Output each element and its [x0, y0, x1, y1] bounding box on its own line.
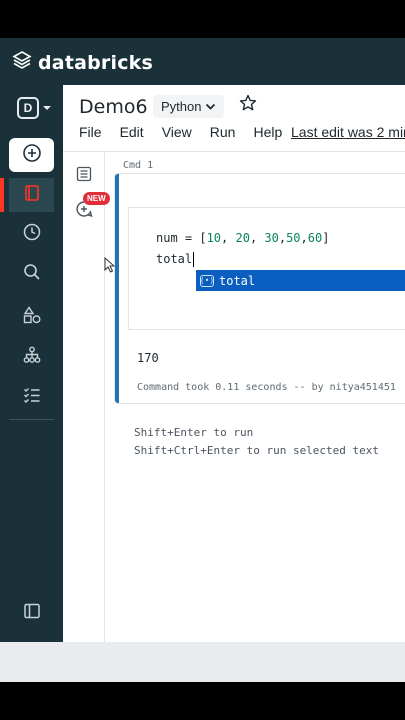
- mouse-pointer-icon: [104, 256, 116, 278]
- code-number: 50: [286, 231, 301, 245]
- workspace-letter: D: [17, 97, 39, 119]
- plus-circle-icon: [22, 143, 42, 168]
- command-took-text: Command took 0.11 seconds -- by nitya451…: [137, 382, 396, 393]
- run-selected-hint: Shift+Ctrl+Enter to run selected text: [134, 444, 380, 457]
- top-bar: databricks: [0, 38, 405, 85]
- favorite-star-icon[interactable]: [239, 94, 257, 117]
- sidebar-divider: [9, 419, 54, 420]
- table-of-contents-icon[interactable]: [76, 166, 92, 187]
- bottom-strip: [0, 642, 405, 682]
- code-prefix: num = [: [156, 231, 207, 245]
- checklist-icon: [23, 386, 41, 409]
- code-line-2: total: [156, 252, 195, 267]
- menu-run[interactable]: Run: [210, 124, 236, 140]
- sidebar-item-jobs[interactable]: [9, 380, 54, 414]
- sidebar-collapse-button[interactable]: [9, 596, 54, 630]
- shapes-icon: [23, 305, 41, 329]
- code-editor[interactable]: num = [10, 20, 30,50,60] total (•) total: [128, 207, 405, 330]
- sidebar-toggle-icon: [23, 602, 41, 625]
- databricks-logo[interactable]: databricks: [12, 50, 153, 75]
- left-gutter: NEW: [63, 152, 110, 642]
- last-edit-link[interactable]: Last edit was 2 min: [291, 124, 405, 140]
- sidebar-new-button[interactable]: [9, 138, 54, 172]
- clock-icon: [23, 223, 41, 246]
- chevron-down-icon: [205, 99, 216, 114]
- code-text: total: [156, 252, 193, 266]
- run-hint: Shift+Enter to run: [134, 426, 254, 439]
- sidebar-item-workflows[interactable]: [9, 340, 54, 374]
- language-selector[interactable]: Python: [153, 95, 225, 118]
- app-name: databricks: [38, 51, 154, 74]
- menu-view[interactable]: View: [162, 124, 192, 140]
- cell-label: Cmd 1: [123, 160, 154, 171]
- autocomplete-suggestion[interactable]: (•) total: [196, 270, 405, 291]
- language-label: Python: [161, 99, 202, 114]
- variable-icon: (•): [199, 274, 215, 287]
- header-divider: [63, 151, 405, 152]
- cell-output: 170: [137, 351, 159, 365]
- menu-file[interactable]: File: [79, 124, 102, 140]
- new-badge: NEW: [83, 192, 110, 205]
- workspace-switcher[interactable]: D: [17, 97, 52, 119]
- databricks-logo-icon: [12, 50, 32, 75]
- sidebar-item-search[interactable]: [9, 257, 54, 291]
- notebook-title[interactable]: Demo6: [79, 96, 148, 118]
- search-icon: [23, 263, 41, 286]
- notebook-area: Demo6 Python File Edit View Run Help Las…: [63, 85, 405, 642]
- code-number: 10: [206, 231, 222, 245]
- sidebar-item-recents[interactable]: [9, 217, 54, 251]
- sidebar-item-workspace[interactable]: [9, 178, 54, 212]
- code-number: 30: [264, 231, 279, 245]
- code-number: 60: [307, 231, 323, 245]
- menu-help[interactable]: Help: [253, 124, 282, 140]
- workflow-icon: [23, 346, 41, 369]
- screen-top-bezel: [0, 0, 405, 38]
- sidebar-item-catalog[interactable]: [9, 300, 54, 334]
- chevron-down-icon: [42, 99, 52, 117]
- code-cell[interactable]: num = [10, 20, 30,50,60] total (•) total…: [115, 174, 405, 403]
- menu-bar: File Edit View Run Help: [79, 124, 282, 140]
- active-indicator: [0, 178, 4, 212]
- notebook-icon: [23, 184, 41, 207]
- menu-edit[interactable]: Edit: [120, 124, 144, 140]
- cell-toolbar: [119, 174, 405, 206]
- code-number: 20: [235, 231, 250, 245]
- suggestion-label: total: [219, 273, 256, 288]
- code-line-1: num = [10, 20, 30,50,60]: [156, 231, 330, 245]
- screen-bottom-bezel: [0, 682, 405, 720]
- text-caret: [193, 252, 195, 267]
